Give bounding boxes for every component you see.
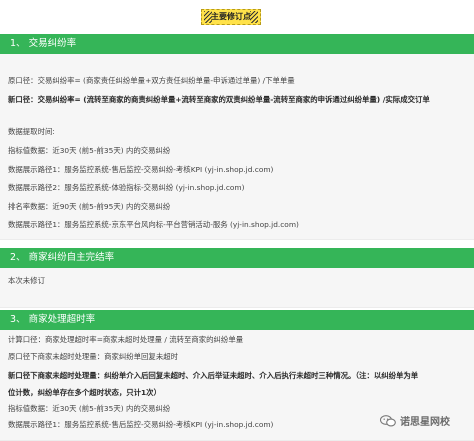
section-1-line-6: 数据展示路径2：服务监控系统-体验指标-交易纠纷 (yj-in.shop.jd.…	[8, 183, 245, 192]
section-3-line-1: 计算口径：商家处理超时率=商家未超时处理量 / 流转至商家的纠纷单量	[8, 335, 244, 344]
section-3-line-3: 新口径下商家未超时处理量：纠纷单介入后回复未超时、介入后举证未超时、介入后执行未…	[8, 371, 419, 380]
section-2-line-1: 本次未修订	[8, 276, 45, 285]
revision-points-tag: 主要修订点	[201, 9, 261, 25]
section-1-line-7: 排名率数据：近90天 (前5-前95天) 内的交易纠纷	[8, 202, 171, 211]
section-1-header: 1、 交易纠纷率	[0, 34, 474, 54]
wechat-icon	[380, 414, 396, 426]
section-1-line-1: 原口径：交易纠纷率= (商家责任纠纷单量+双方责任纠纷单量-申诉通过单量) /下…	[8, 76, 295, 85]
section-1-line-8: 数据展示路径1：服务监控系统-京东平台风向标-平台营销活动-服务 (yj-in.…	[8, 220, 299, 229]
section-3-line-5: 指标值数据：近30天 (前5-前35天) 内的交易纠纷	[8, 404, 171, 413]
section-2-header: 2、 商家纠纷自主完结率	[0, 248, 474, 268]
section-1-line-2: 新口径：交易纠纷率= (流转至商家的商责纠纷单量+流转至商家的双责纠纷单量-流转…	[8, 95, 430, 104]
section-3-line-2: 原口径下商家未超时处理量：商家纠纷单回复未超时	[8, 352, 178, 361]
section-3-line-4: 位计数，纠纷单存在多个超时状态，只计1次）	[8, 388, 161, 397]
section-1-line-5: 数据展示路径1：服务监控系统-售后监控-交易纠纷-考核KPI (yj-in.sh…	[8, 165, 274, 174]
section-1-panel: 原口径：交易纠纷率= (商家责任纠纷单量+双方责任纠纷单量-申诉通过单量) /下…	[0, 54, 474, 240]
section-1-line-3: 数据提取时间:	[8, 127, 55, 136]
stripe-decoration-right	[250, 11, 258, 23]
section-1-line-4: 指标值数据：近30天 (前5-前35天) 内的交易纠纷	[8, 146, 171, 155]
section-3-line-6: 数据展示路径1：服务监控系统-售后监控-交易纠纷-考核KPI (yj-in.sh…	[8, 420, 274, 429]
section-3-header: 3、 商家处理超时率	[0, 310, 474, 330]
section-2-panel: 本次未修订	[0, 268, 474, 308]
watermark: 诺思星网校	[380, 413, 450, 428]
watermark-label: 诺思星网校	[400, 417, 450, 428]
revision-points-label: 主要修订点	[211, 12, 251, 21]
